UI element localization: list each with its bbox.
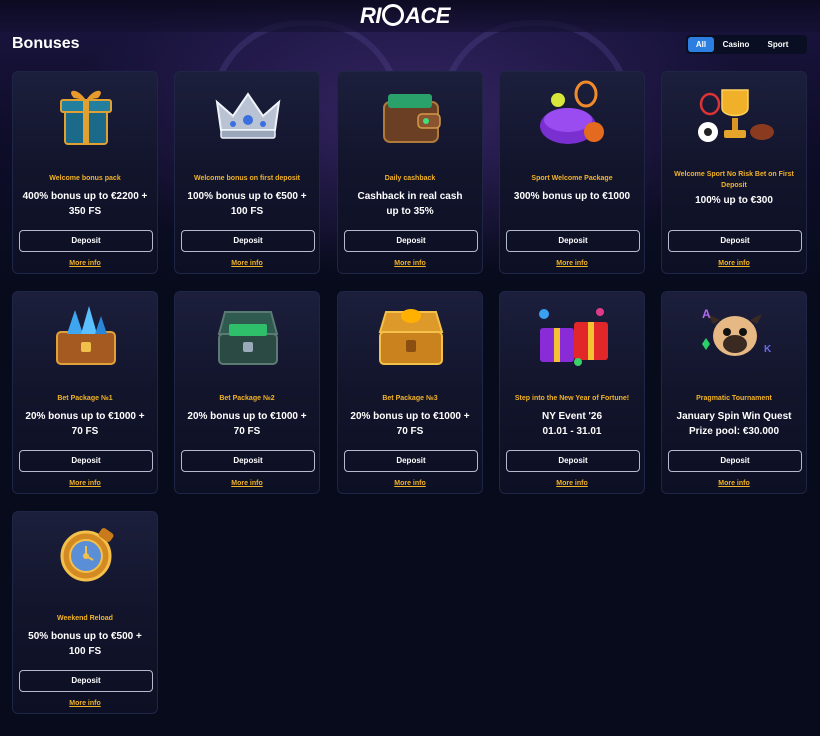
bonus-subtitle: Welcome bonus pack: [49, 175, 121, 182]
more-info-link[interactable]: More info: [662, 260, 806, 267]
deposit-button[interactable]: Deposit: [344, 230, 478, 252]
pug-icon: A K: [702, 307, 772, 356]
trophy-icon: [698, 89, 774, 142]
bonus-headline-line2: Prize pool: €30.000: [688, 426, 780, 437]
svg-text:K: K: [764, 344, 772, 355]
bonus-subtitle: Weekend Reload: [57, 615, 113, 622]
more-info-link[interactable]: More info: [338, 260, 482, 267]
bonus-headline-line1: 300% bonus up to €1000: [513, 191, 631, 202]
bonus-subtitle: Sport Welcome Package: [531, 175, 613, 182]
more-info-link[interactable]: More info: [500, 260, 644, 267]
crystal-chest-icon: [56, 306, 116, 365]
deposit-button[interactable]: Deposit: [668, 230, 802, 252]
bonus-headline: 300% bonus up to €1000: [504, 189, 640, 204]
more-info-link[interactable]: More info: [13, 260, 157, 267]
more-info-link[interactable]: More info: [13, 700, 157, 707]
bonus-card-welcome-pack: Welcome bonus pack 400% bonus up to €220…: [12, 71, 158, 274]
deposit-button[interactable]: Deposit: [19, 450, 153, 472]
deposit-button[interactable]: Deposit: [19, 670, 153, 692]
more-info-link[interactable]: More info: [500, 480, 644, 487]
bonus-headline: 400% bonus up to €2200 + 350 FS: [17, 189, 153, 219]
deposit-button[interactable]: Deposit: [668, 450, 802, 472]
bonus-headline-line2: 100 FS: [68, 646, 102, 657]
bonus-headline-line1: Cashback in real cash: [357, 191, 463, 202]
filter-all-button[interactable]: All: [688, 37, 714, 52]
filter-sport-button[interactable]: Sport: [758, 37, 798, 52]
more-info-link[interactable]: More info: [175, 260, 319, 267]
gold-chest-icon: [378, 309, 444, 365]
bonus-card-sport-welcome: Sport Welcome Package 300% bonus up to €…: [499, 71, 645, 274]
gift-box-icon: [60, 90, 112, 145]
bonus-card-bet-package-3: Bet Package №3 20% bonus up to €1000 + 7…: [337, 291, 483, 494]
money-chest-icon: [217, 311, 279, 365]
logo-dragon-icon: [382, 4, 404, 26]
bonus-card-bet-package-2: Bet Package №2 20% bonus up to €1000 + 7…: [174, 291, 320, 494]
bonus-headline-line1: 400% bonus up to €2200 +: [22, 191, 148, 202]
deposit-button[interactable]: Deposit: [506, 230, 640, 252]
bonus-headline: NY Event '26 01.01 - 31.01: [504, 409, 640, 439]
more-info-link[interactable]: More info: [662, 480, 806, 487]
brand-logo[interactable]: RI ACE: [360, 3, 450, 29]
bonus-card-weekend-reload: Weekend Reload 50% bonus up to €500 + 10…: [12, 511, 158, 714]
deposit-button[interactable]: Deposit: [506, 450, 640, 472]
bonus-subtitle: Welcome bonus on first deposit: [193, 175, 301, 182]
bonus-headline: 20% bonus up to €1000 + 70 FS: [179, 409, 315, 439]
bonus-subtitle: Bet Package №1: [57, 395, 113, 402]
sports-bag-icon: [540, 80, 604, 144]
bonus-headline-line1: 20% bonus up to €1000 +: [25, 411, 145, 422]
deposit-button[interactable]: Deposit: [181, 450, 315, 472]
bonus-headline: 20% bonus up to €1000 + 70 FS: [17, 409, 153, 439]
bonus-card-sport-no-risk: Welcome Sport No Risk Bet on First Depos…: [661, 71, 807, 274]
bonus-subtitle: Pragmatic Tournament: [696, 395, 772, 402]
bonus-card-first-deposit: Welcome bonus on first deposit 100% bonu…: [174, 71, 320, 274]
bonus-headline-line1: 100% bonus up to €500 +: [187, 191, 307, 202]
bonus-headline-line1: 100% up to €300: [695, 195, 773, 206]
bonus-headline-line1: 50% bonus up to €500 +: [28, 631, 142, 642]
bonus-headline-line1: 20% bonus up to €1000 +: [187, 411, 307, 422]
bonus-subtitle: Bet Package №2: [219, 395, 275, 402]
bonus-subtitle: Daily cashback: [384, 175, 436, 182]
crown-icon: [215, 92, 281, 139]
presents-icon: [539, 308, 608, 366]
bonus-subtitle: Step into the New Year of Fortune!: [514, 395, 630, 402]
bonus-headline-line1: NY Event '26: [542, 411, 602, 422]
bonus-filter: All Casino Sport: [686, 35, 807, 54]
bonus-subtitle: Bet Package №3: [382, 395, 438, 402]
top-header: RI ACE: [0, 0, 820, 32]
bonus-card-pragmatic-tournament: A K Pragmatic Tournament January Spin Wi…: [661, 291, 807, 494]
bonus-headline-line2: 70 FS: [396, 426, 424, 437]
bonus-headline: 20% bonus up to €1000 + 70 FS: [342, 409, 478, 439]
bonus-subtitle: Welcome Sport No Risk Bet on First Depos…: [674, 171, 794, 189]
more-info-link[interactable]: More info: [13, 480, 157, 487]
bonus-headline: 100% up to €300: [666, 193, 802, 208]
bonus-headline-line2: 01.01 - 31.01: [542, 426, 602, 437]
bonus-headline-line2: up to 35%: [386, 206, 434, 217]
filter-casino-button[interactable]: Casino: [714, 37, 758, 52]
svg-text:A: A: [702, 307, 711, 321]
wallet-icon: [383, 94, 441, 143]
bonus-headline-line2: 100 FS: [230, 206, 264, 217]
bonus-headline-line2: 70 FS: [71, 426, 99, 437]
bonus-card-daily-cashback: Daily cashback Cashback in real cash up …: [337, 71, 483, 274]
bonus-headline: 50% bonus up to €500 + 100 FS: [17, 629, 153, 659]
bonus-headline: 100% bonus up to €500 + 100 FS: [179, 189, 315, 219]
bonus-card-bet-package-1: Bet Package №1 20% bonus up to €1000 + 7…: [12, 291, 158, 494]
bonus-headline: Cashback in real cash up to 35%: [342, 189, 478, 219]
logo-text-left: RI: [360, 3, 382, 28]
more-info-link[interactable]: More info: [338, 480, 482, 487]
golden-watch-icon: [60, 528, 114, 582]
bonus-headline-line1: January Spin Win Quest: [676, 411, 792, 422]
bonus-headline: January Spin Win Quest Prize pool: €30.0…: [666, 409, 802, 439]
deposit-button[interactable]: Deposit: [181, 230, 315, 252]
deposit-button[interactable]: Deposit: [344, 450, 478, 472]
bonus-card-ny-event: Step into the New Year of Fortune! NY Ev…: [499, 291, 645, 494]
page-title: Bonuses: [12, 35, 80, 52]
bonus-headline-line1: 20% bonus up to €1000 +: [350, 411, 470, 422]
more-info-link[interactable]: More info: [175, 480, 319, 487]
bonus-headline-line2: 350 FS: [68, 206, 102, 217]
bonus-headline-line2: 70 FS: [233, 426, 261, 437]
logo-text-right: ACE: [405, 3, 450, 28]
deposit-button[interactable]: Deposit: [19, 230, 153, 252]
